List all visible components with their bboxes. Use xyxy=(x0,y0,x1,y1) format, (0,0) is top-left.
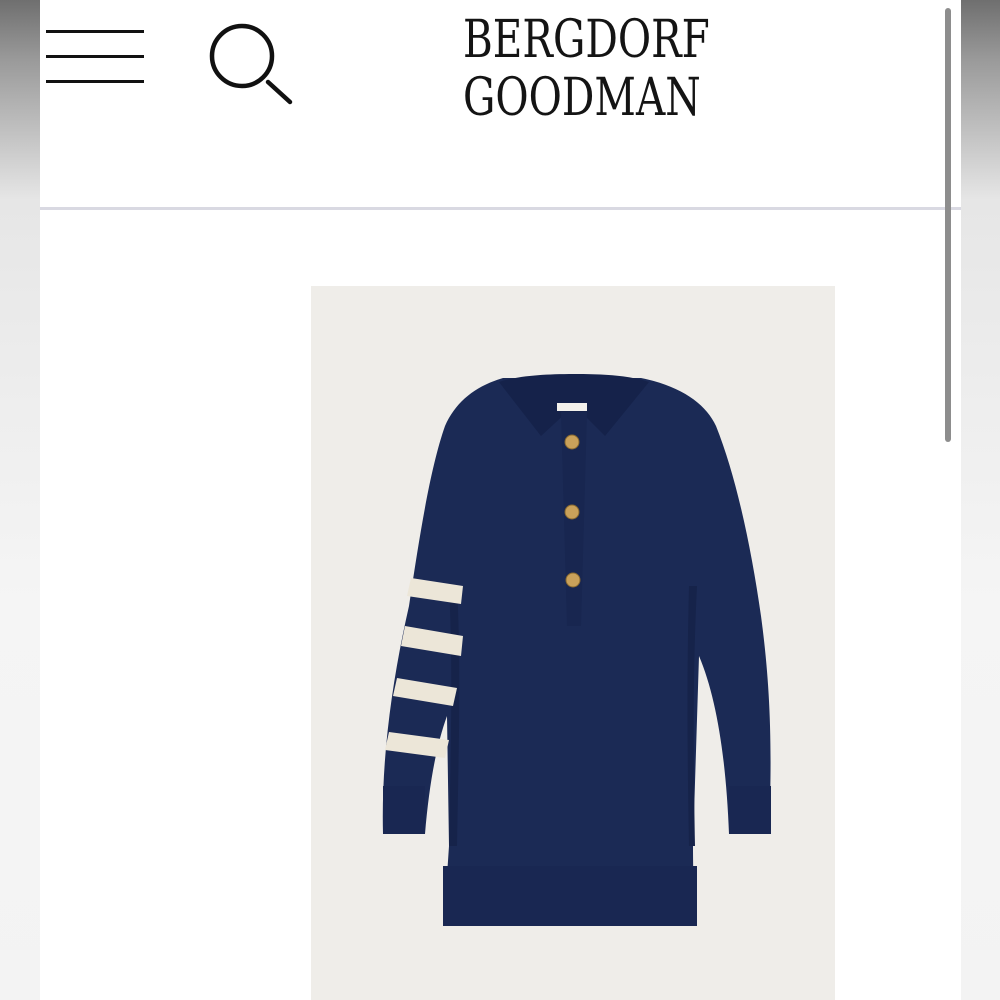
site-header: BERGDORF GOODMAN xyxy=(40,0,961,208)
menu-button[interactable] xyxy=(46,28,144,86)
screen: BERGDORF GOODMAN xyxy=(0,0,1000,1000)
product-image[interactable] xyxy=(311,286,835,1000)
left-margin xyxy=(0,0,40,1000)
hamburger-menu-icon-bar xyxy=(46,80,144,83)
brand-logo[interactable]: BERGDORF GOODMAN xyxy=(430,12,730,128)
hamburger-menu-icon-bar xyxy=(46,55,144,58)
header-divider xyxy=(40,207,961,210)
brand-logo-line1: BERGDORF xyxy=(463,10,710,70)
search-button[interactable] xyxy=(206,22,294,106)
scrollbar-thumb[interactable] xyxy=(945,8,951,442)
page: BERGDORF GOODMAN xyxy=(40,0,961,1000)
hamburger-menu-icon-bar xyxy=(46,30,144,33)
brand-logo-line2: GOODMAN xyxy=(463,68,701,128)
search-icon xyxy=(209,23,293,105)
right-margin xyxy=(961,0,1000,1000)
navy-polo-sweater-dress-image xyxy=(382,374,771,926)
